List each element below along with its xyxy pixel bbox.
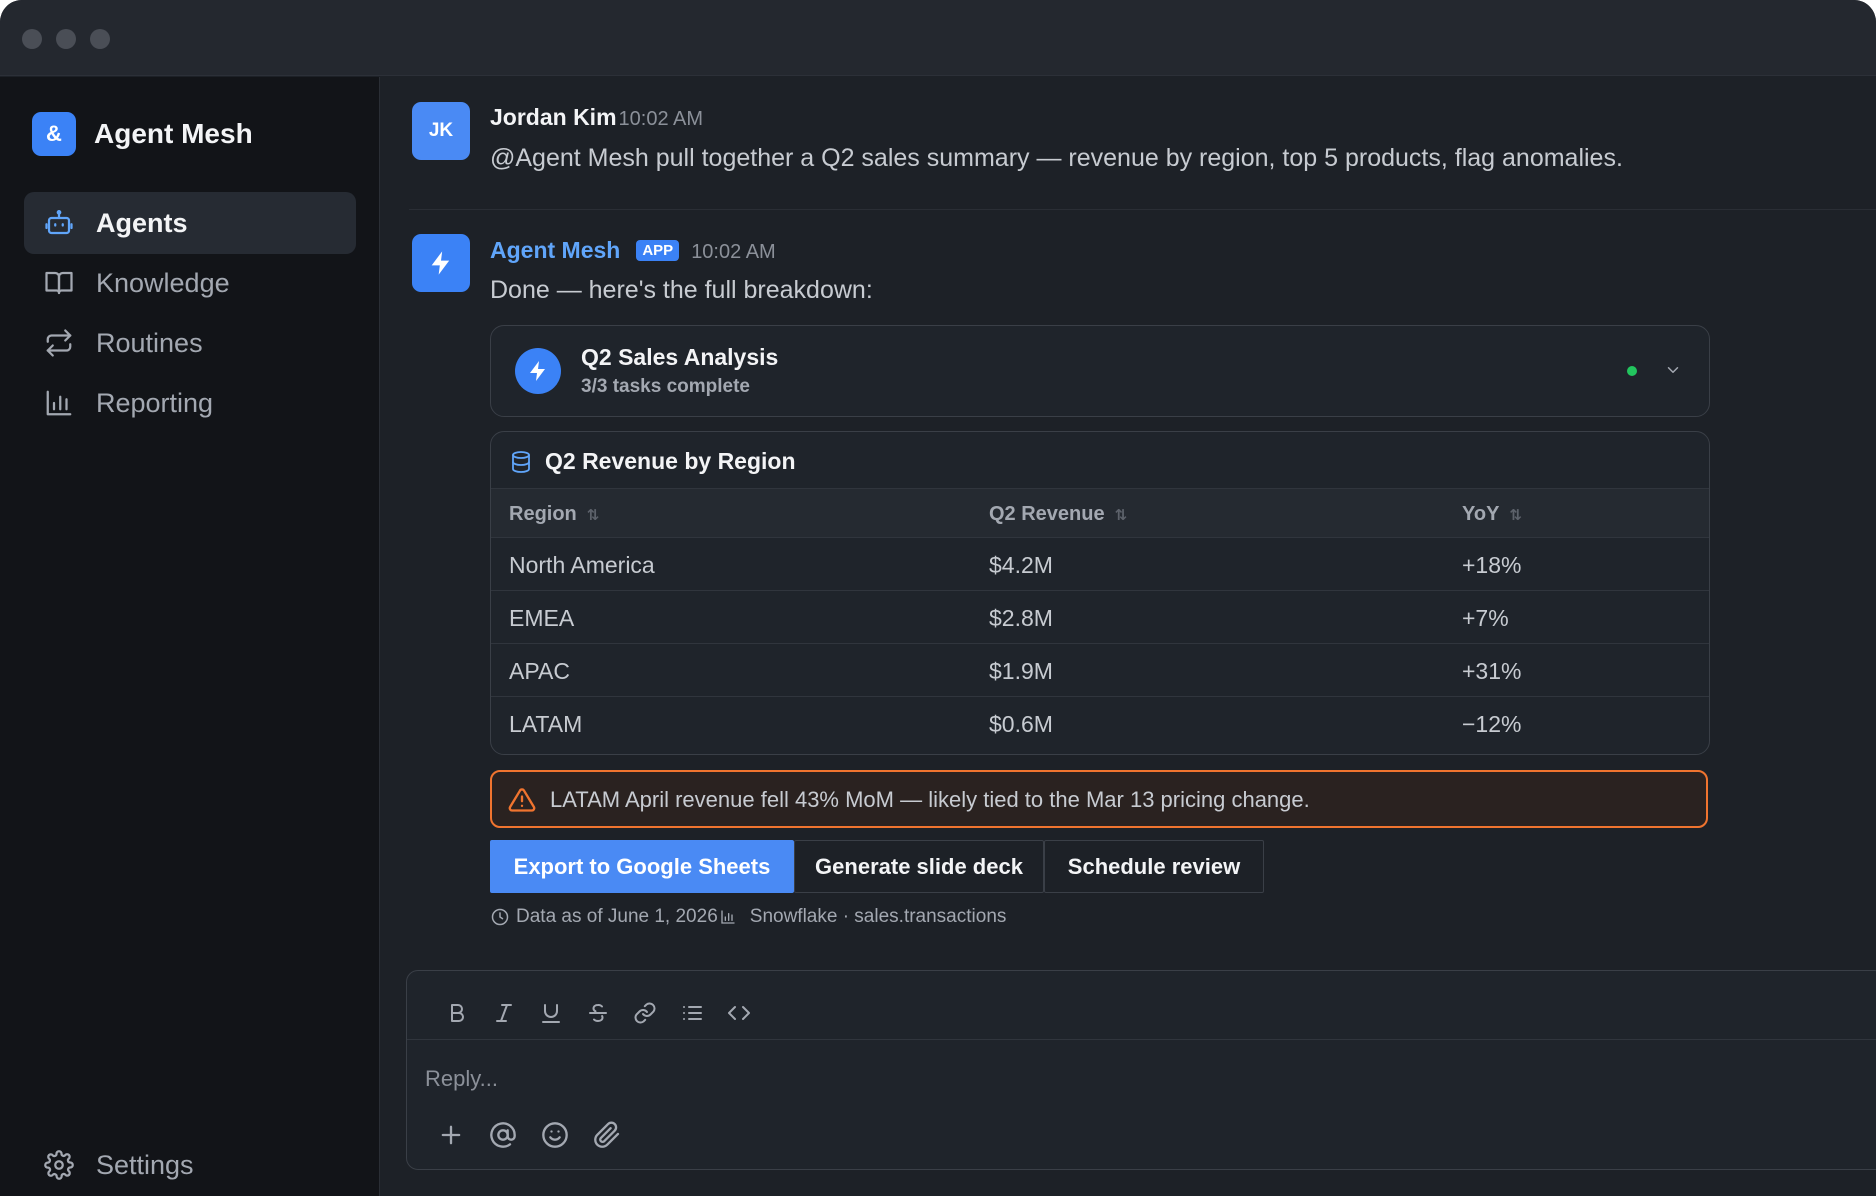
bulleted-list-icon[interactable] — [668, 991, 715, 1035]
agent-avatar[interactable] — [412, 234, 470, 292]
sidebar: & Agent Mesh Agents Knowledge Routines R… — [0, 77, 380, 1196]
sidebar-item-knowledge[interactable]: Knowledge — [24, 252, 356, 314]
bar-chart-icon — [42, 386, 76, 420]
column-header-label: Q2 Revenue — [989, 503, 1105, 525]
reply-input[interactable] — [425, 1059, 1825, 1099]
table-header: Region ⇅ Q2 Revenue ⇅ YoY ⇅ — [491, 488, 1709, 538]
cell-yoy: +7% — [1462, 605, 1509, 631]
minimize-window-button[interactable] — [56, 29, 76, 49]
cell-revenue: $0.6M — [989, 711, 1053, 737]
cell-region: EMEA — [509, 605, 575, 631]
lightning-icon — [515, 348, 561, 394]
table-row: EMEA $2.8M +7% — [491, 591, 1709, 644]
reply-composer — [406, 970, 1876, 1170]
composer-actions — [425, 1113, 633, 1157]
sidebar-item-label: Knowledge — [96, 267, 230, 298]
column-header-label: Region — [509, 503, 577, 525]
underline-icon[interactable] — [527, 991, 574, 1035]
table-row: APAC $1.9M +31% — [491, 644, 1709, 697]
title-bar — [0, 0, 1876, 76]
user-author-name[interactable]: Jordan Kim — [490, 104, 617, 131]
app-window: & Agent Mesh Agents Knowledge Routines R… — [0, 0, 1876, 1196]
app-badge: APP — [636, 240, 680, 261]
sidebar-item-label: Reporting — [96, 387, 214, 418]
table-row: North America $4.2M +18% — [491, 538, 1709, 591]
agent-message-text: Done — here's the full breakdown: — [490, 276, 873, 304]
sidebar-item-label: Routines — [96, 327, 203, 358]
column-header-revenue[interactable]: Q2 Revenue ⇅ — [989, 503, 1127, 526]
data-as-of: Data as of June 1, 2026 — [516, 906, 718, 927]
sort-icon: ⇅ — [1509, 506, 1522, 524]
cell-revenue: $1.9M — [989, 658, 1053, 684]
agent-author-name[interactable]: Agent Mesh — [490, 237, 620, 264]
cell-revenue: $4.2M — [989, 552, 1053, 578]
paperclip-icon[interactable] — [581, 1113, 633, 1157]
alert-text: LATAM April revenue fell 43% MoM — likel… — [550, 787, 1310, 812]
chevron-down-icon[interactable] — [1657, 354, 1689, 386]
user-message-time: 10:02 AM — [618, 108, 704, 130]
mention-icon[interactable] — [477, 1113, 529, 1157]
italic-icon[interactable] — [480, 991, 527, 1035]
sidebar-item-routines[interactable]: Routines — [24, 312, 356, 374]
book-icon — [42, 266, 76, 300]
formatting-toolbar — [433, 991, 762, 1035]
agent-message-time: 10:02 AM — [691, 241, 776, 263]
cell-region: APAC — [509, 658, 570, 684]
sidebar-item-settings[interactable]: Settings — [24, 1134, 356, 1196]
cell-yoy: +18% — [1462, 552, 1522, 578]
brand[interactable]: & Agent Mesh — [32, 111, 253, 157]
repeat-icon — [42, 326, 76, 360]
brand-logo-icon: & — [32, 112, 76, 156]
column-header-region[interactable]: Region ⇅ — [509, 503, 599, 526]
data-meta: Data as of June 1, 2026 Snowflake · sale… — [490, 906, 1006, 928]
cell-yoy: +31% — [1462, 658, 1522, 684]
table-row: LATAM $0.6M −12% — [491, 697, 1709, 750]
generate-slide-deck-button[interactable]: Generate slide deck — [794, 840, 1044, 893]
status-dot-icon — [1627, 366, 1637, 376]
code-icon[interactable] — [715, 991, 762, 1035]
message-divider — [409, 209, 1876, 210]
clock-icon — [491, 908, 509, 926]
gear-icon — [42, 1148, 76, 1182]
user-avatar[interactable]: JK — [412, 102, 470, 160]
sort-icon: ⇅ — [1114, 506, 1128, 524]
emoji-icon[interactable] — [529, 1113, 581, 1157]
table-title: Q2 Revenue by Region — [545, 448, 796, 474]
task-subtitle: 3/3 tasks complete — [581, 376, 750, 397]
brand-name: Agent Mesh — [94, 118, 253, 149]
sidebar-item-agents[interactable]: Agents — [24, 192, 356, 254]
user-message-text: @Agent Mesh pull together a Q2 sales sum… — [490, 144, 1623, 172]
user-message-header: Jordan Kim 10:02 AM — [490, 104, 703, 131]
data-source: Snowflake · sales.transactions — [749, 906, 1007, 927]
export-to-sheets-button[interactable]: Export to Google Sheets — [490, 840, 794, 893]
sidebar-item-reporting[interactable]: Reporting — [24, 372, 356, 434]
robot-icon — [42, 206, 76, 240]
sidebar-item-label: Settings — [96, 1149, 194, 1180]
lightning-icon — [431, 251, 450, 275]
bar-chart-icon — [721, 910, 735, 924]
cell-region: North America — [509, 552, 655, 578]
sidebar-item-label: Agents — [96, 207, 188, 238]
link-icon[interactable] — [621, 991, 668, 1035]
plus-icon[interactable] — [425, 1113, 477, 1157]
composer-divider — [407, 1039, 1876, 1040]
column-header-yoy[interactable]: YoY ⇅ — [1462, 503, 1522, 526]
agent-message-header: Agent Mesh APP 10:02 AM — [490, 237, 776, 264]
cell-yoy: −12% — [1462, 711, 1522, 737]
strikethrough-icon[interactable] — [574, 991, 621, 1035]
database-icon — [512, 451, 530, 473]
maximize-window-button[interactable] — [90, 29, 110, 49]
bold-icon[interactable] — [433, 991, 480, 1035]
warning-icon — [508, 788, 536, 812]
close-window-button[interactable] — [22, 29, 42, 49]
cell-region: LATAM — [509, 711, 583, 737]
anomaly-alert: LATAM April revenue fell 43% MoM — likel… — [490, 770, 1708, 828]
task-title: Q2 Sales Analysis — [581, 344, 779, 370]
revenue-table-card: Q2 Revenue by Region Region ⇅ Q2 Revenue ⇅… — [490, 431, 1710, 755]
cell-revenue: $2.8M — [989, 605, 1053, 631]
column-header-label: YoY — [1462, 503, 1500, 525]
schedule-review-button[interactable]: Schedule review — [1044, 840, 1264, 893]
sort-icon: ⇅ — [586, 506, 600, 524]
task-card[interactable]: Q2 Sales Analysis 3/3 tasks complete — [490, 325, 1710, 417]
